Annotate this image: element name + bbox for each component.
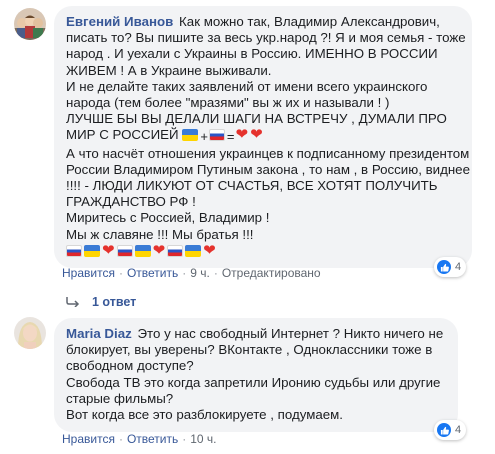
russia-flag-icon <box>116 244 133 257</box>
separator-dot: · <box>182 432 187 446</box>
separator-dot: · <box>118 266 123 280</box>
reaction-count: 4 <box>455 261 462 273</box>
comment-text-line: ЖИВЕМ ! А в Украине выживали. <box>66 62 272 78</box>
comment-text-line: Миритесь с Россией, Владимир ! <box>66 210 270 226</box>
comment-text-line: писать то? Вы пишите за весь укр.народ ?… <box>66 30 466 46</box>
russia-flag-icon <box>66 244 82 257</box>
comment-text-line: Это у нас свободный Интернет ? Никто нич… <box>137 326 444 341</box>
like-link[interactable]: Нравится <box>62 266 115 280</box>
comment-author[interactable]: Евгений Иванов <box>66 14 173 29</box>
ukraine-flag-icon <box>134 244 151 257</box>
reply-link[interactable]: Ответить <box>127 432 178 446</box>
comment-text-line: Свобода ТВ это когда запретили Иронию су… <box>66 374 441 390</box>
emoji-sequence: + = ❤ ❤ <box>182 126 263 145</box>
comment-text-line: России Владимиром Путиным закона , то на… <box>66 161 470 177</box>
comment-text-line: Вот когда все это разблокируете , подума… <box>66 407 343 423</box>
avatar[interactable] <box>14 8 46 40</box>
comment-timestamp[interactable]: 10 ч. <box>190 432 216 446</box>
comment-actions: Нравится · Ответить · 9 ч. · Отредактировано <box>62 266 321 280</box>
reply-link[interactable]: Ответить <box>127 266 178 280</box>
plus-sign: + <box>200 129 208 145</box>
red-heart-icon: ❤ <box>250 126 263 144</box>
separator-dot: · <box>182 266 187 280</box>
comment-text-line: ГРАЖДАНСТВО РФ ! <box>66 194 196 210</box>
red-heart-icon: ❤ <box>152 241 166 259</box>
comment-text-line: народ . И уехали с Украины в Россию. ИМЕ… <box>66 46 438 62</box>
ukraine-flag-icon <box>182 129 199 142</box>
reply-arrow-icon <box>66 297 80 307</box>
comment-timestamp[interactable]: 9 ч. <box>190 266 210 280</box>
comment-text-line: народа (тем более "мразями" вы ж их и на… <box>66 95 390 111</box>
avatar-photo-icon <box>14 8 46 40</box>
like-thumb-icon <box>437 423 451 437</box>
comment-text-line: !!!! - ЛЮДИ ЛИКУЮТ ОТ СЧАСТЬЯ, ВСЕ ХОТЯТ… <box>66 178 438 194</box>
reaction-summary[interactable]: 4 <box>434 420 467 440</box>
comment-bubble: Maria Diaz Это у нас свободный Интернет … <box>54 318 458 433</box>
avatar[interactable] <box>14 317 46 349</box>
separator-dot: · <box>213 266 218 280</box>
comment-actions: Нравится · Ответить · 10 ч. <box>62 432 217 446</box>
red-heart-icon: ❤ <box>235 126 249 144</box>
emoji-sequence: ❤ ❤ ❤ <box>66 241 217 259</box>
comment-text-line: ЛУЧШЕ БЫ ВЫ ДЕЛАЛИ ШАГИ НА ВСТРЕЧУ , ДУМ… <box>66 111 447 127</box>
comment-text-line: И не делайте таких заявлений от имени вс… <box>66 78 428 94</box>
comment-text-line: МИР С РОССИЕЙ <box>66 127 179 143</box>
like-link[interactable]: Нравится <box>62 432 115 446</box>
edited-label[interactable]: Отредактировано <box>222 266 321 280</box>
equals-sign: = <box>226 129 235 145</box>
like-thumb-icon <box>437 260 451 274</box>
separator-dot: · <box>118 432 123 446</box>
red-heart-icon: ❤ <box>102 241 115 259</box>
comment-text-line: старые фильмы? <box>66 390 174 406</box>
comment-text-line: свободном доступе? <box>66 358 194 374</box>
red-heart-icon: ❤ <box>203 241 216 259</box>
view-replies-link[interactable]: 1 ответ <box>66 295 136 309</box>
russia-flag-icon <box>167 244 184 257</box>
comment-text-line: Мы ж славяне !!! Мы братья !!! <box>66 226 254 242</box>
reaction-count: 4 <box>455 424 462 436</box>
comment-text-line: А что насчёт отношения украинцев к подпи… <box>66 145 470 161</box>
ukraine-flag-icon <box>185 244 202 257</box>
comment-bubble: Евгений Иванов Как можно так, Владимир А… <box>54 6 472 269</box>
avatar-photo-icon <box>14 317 46 349</box>
comment-text-line: блокирует, вы уверены? ВКонтакте , Однок… <box>66 342 433 358</box>
reaction-summary[interactable]: 4 <box>434 257 467 277</box>
russia-flag-icon <box>208 129 225 142</box>
replies-count-label[interactable]: 1 ответ <box>92 295 136 309</box>
comment-text-line: Как можно так, Владимир Александрович, <box>179 14 440 29</box>
comment-author[interactable]: Maria Diaz <box>66 326 132 341</box>
ukraine-flag-icon <box>84 244 100 257</box>
